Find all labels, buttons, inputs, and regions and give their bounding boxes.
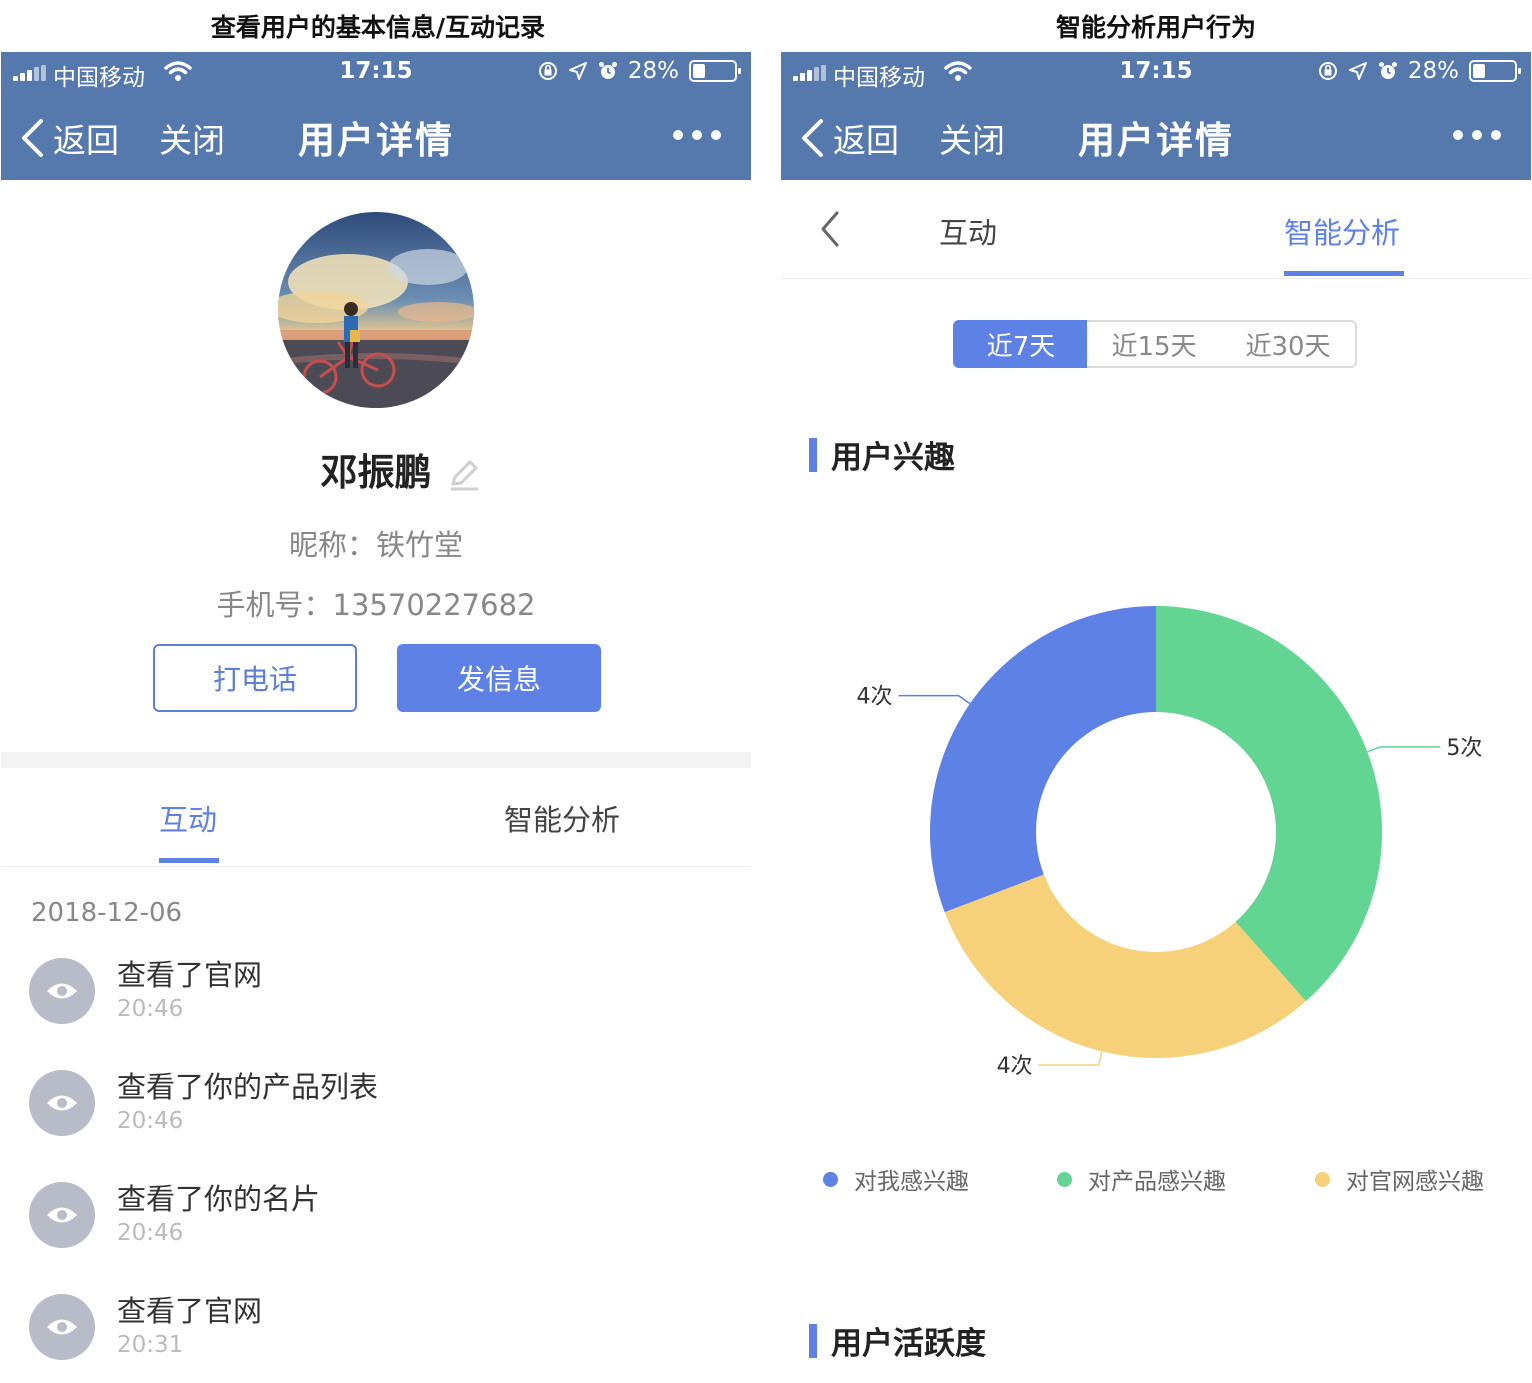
orientation-lock-icon xyxy=(538,62,557,80)
eye-icon xyxy=(29,1070,95,1136)
donut-data-label: 4次 xyxy=(856,685,892,710)
donut-slice[interactable] xyxy=(1156,606,1382,1002)
status-right: 28% xyxy=(538,58,741,84)
phone-right: 中国移动 17:15 28% 返回 关闭 用户详情 互动 智能分析 近7天 近1… xyxy=(781,52,1531,1383)
legend-item-product[interactable]: 对产品感兴趣 xyxy=(1057,1162,1226,1196)
activity-title: 查看了你的名片 xyxy=(117,1182,321,1216)
tab-interaction[interactable]: 互动 xyxy=(159,797,217,839)
legend-label: 对官网感兴趣 xyxy=(1346,1169,1484,1195)
legend-label: 对我感兴趣 xyxy=(854,1169,969,1195)
legend-item-website[interactable]: 对官网感兴趣 xyxy=(1315,1162,1484,1196)
activity-title: 查看了你的产品列表 xyxy=(117,1070,379,1104)
tab-divider xyxy=(1,866,751,867)
page-title: 用户详情 xyxy=(298,119,454,162)
legend-dot xyxy=(1315,1171,1330,1187)
donut-leader-line xyxy=(1367,746,1441,753)
phone-left: 中国移动 17:15 28% 返回 关闭 用户详情 邓振鹏 昵称：铁竹堂 手机号… xyxy=(1,52,751,1383)
legend-dot xyxy=(1057,1171,1072,1187)
more-menu-button[interactable] xyxy=(673,130,721,140)
call-button[interactable]: 打电话 xyxy=(153,644,357,712)
status-bar: 中国移动 17:15 28% xyxy=(1,52,751,92)
section-title: 用户活跃度 xyxy=(831,1326,986,1362)
phone-number-text: 手机号：13570227682 xyxy=(216,588,536,622)
activity-time: 20:46 xyxy=(117,1108,184,1134)
activity-date: 2018-12-06 xyxy=(31,898,183,928)
legend-dot xyxy=(823,1171,838,1187)
legend-item-me[interactable]: 对我感兴趣 xyxy=(823,1162,969,1196)
donut-leader-line xyxy=(1038,1051,1103,1066)
list-item[interactable]: 查看了官网 20:46 xyxy=(1,958,751,1058)
activity-time: 20:46 xyxy=(117,1220,184,1246)
nav-bar: 中国移动 17:15 28% 返回 关闭 用户详情 xyxy=(1,52,751,180)
tab-analysis[interactable]: 智能分析 xyxy=(504,797,620,839)
activity-title: 查看了官网 xyxy=(117,958,263,992)
tab-active-indicator xyxy=(159,858,219,863)
section-divider xyxy=(1,752,751,768)
eye-icon xyxy=(29,1182,95,1248)
activity-title: 查看了官网 xyxy=(117,1294,263,1328)
section-user-activity: 用户活跃度 xyxy=(809,1318,986,1363)
donut-leader-line xyxy=(898,694,971,705)
nickname-text: 昵称：铁竹堂 xyxy=(288,528,463,562)
right-caption: 智能分析用户行为 xyxy=(1055,13,1256,42)
left-caption: 查看用户的基本信息/互动记录 xyxy=(210,13,546,42)
legend-label: 对产品感兴趣 xyxy=(1088,1169,1226,1195)
battery-percent: 28% xyxy=(627,58,679,84)
donut-slice[interactable] xyxy=(944,874,1306,1058)
activity-time: 20:31 xyxy=(117,1332,184,1358)
edit-pencil-icon[interactable] xyxy=(446,456,482,492)
battery-icon xyxy=(689,60,741,82)
list-item[interactable]: 查看了官网 20:31 xyxy=(1,1294,751,1383)
donut-data-label: 4次 xyxy=(997,1054,1033,1079)
section-marker xyxy=(809,1323,817,1358)
list-item[interactable]: 查看了你的产品列表 20:46 xyxy=(1,1070,751,1170)
donut-data-label: 5次 xyxy=(1446,736,1482,761)
activity-time: 20:46 xyxy=(117,996,184,1022)
avatar xyxy=(278,212,474,408)
user-name: 邓振鹏 xyxy=(320,451,432,494)
eye-icon xyxy=(29,1294,95,1360)
location-icon xyxy=(568,62,587,80)
list-item[interactable]: 查看了你的名片 20:46 xyxy=(1,1182,751,1282)
send-message-button[interactable]: 发信息 xyxy=(397,644,601,712)
alarm-icon xyxy=(598,62,617,79)
eye-icon xyxy=(29,958,95,1024)
donut-slice[interactable] xyxy=(930,606,1156,913)
